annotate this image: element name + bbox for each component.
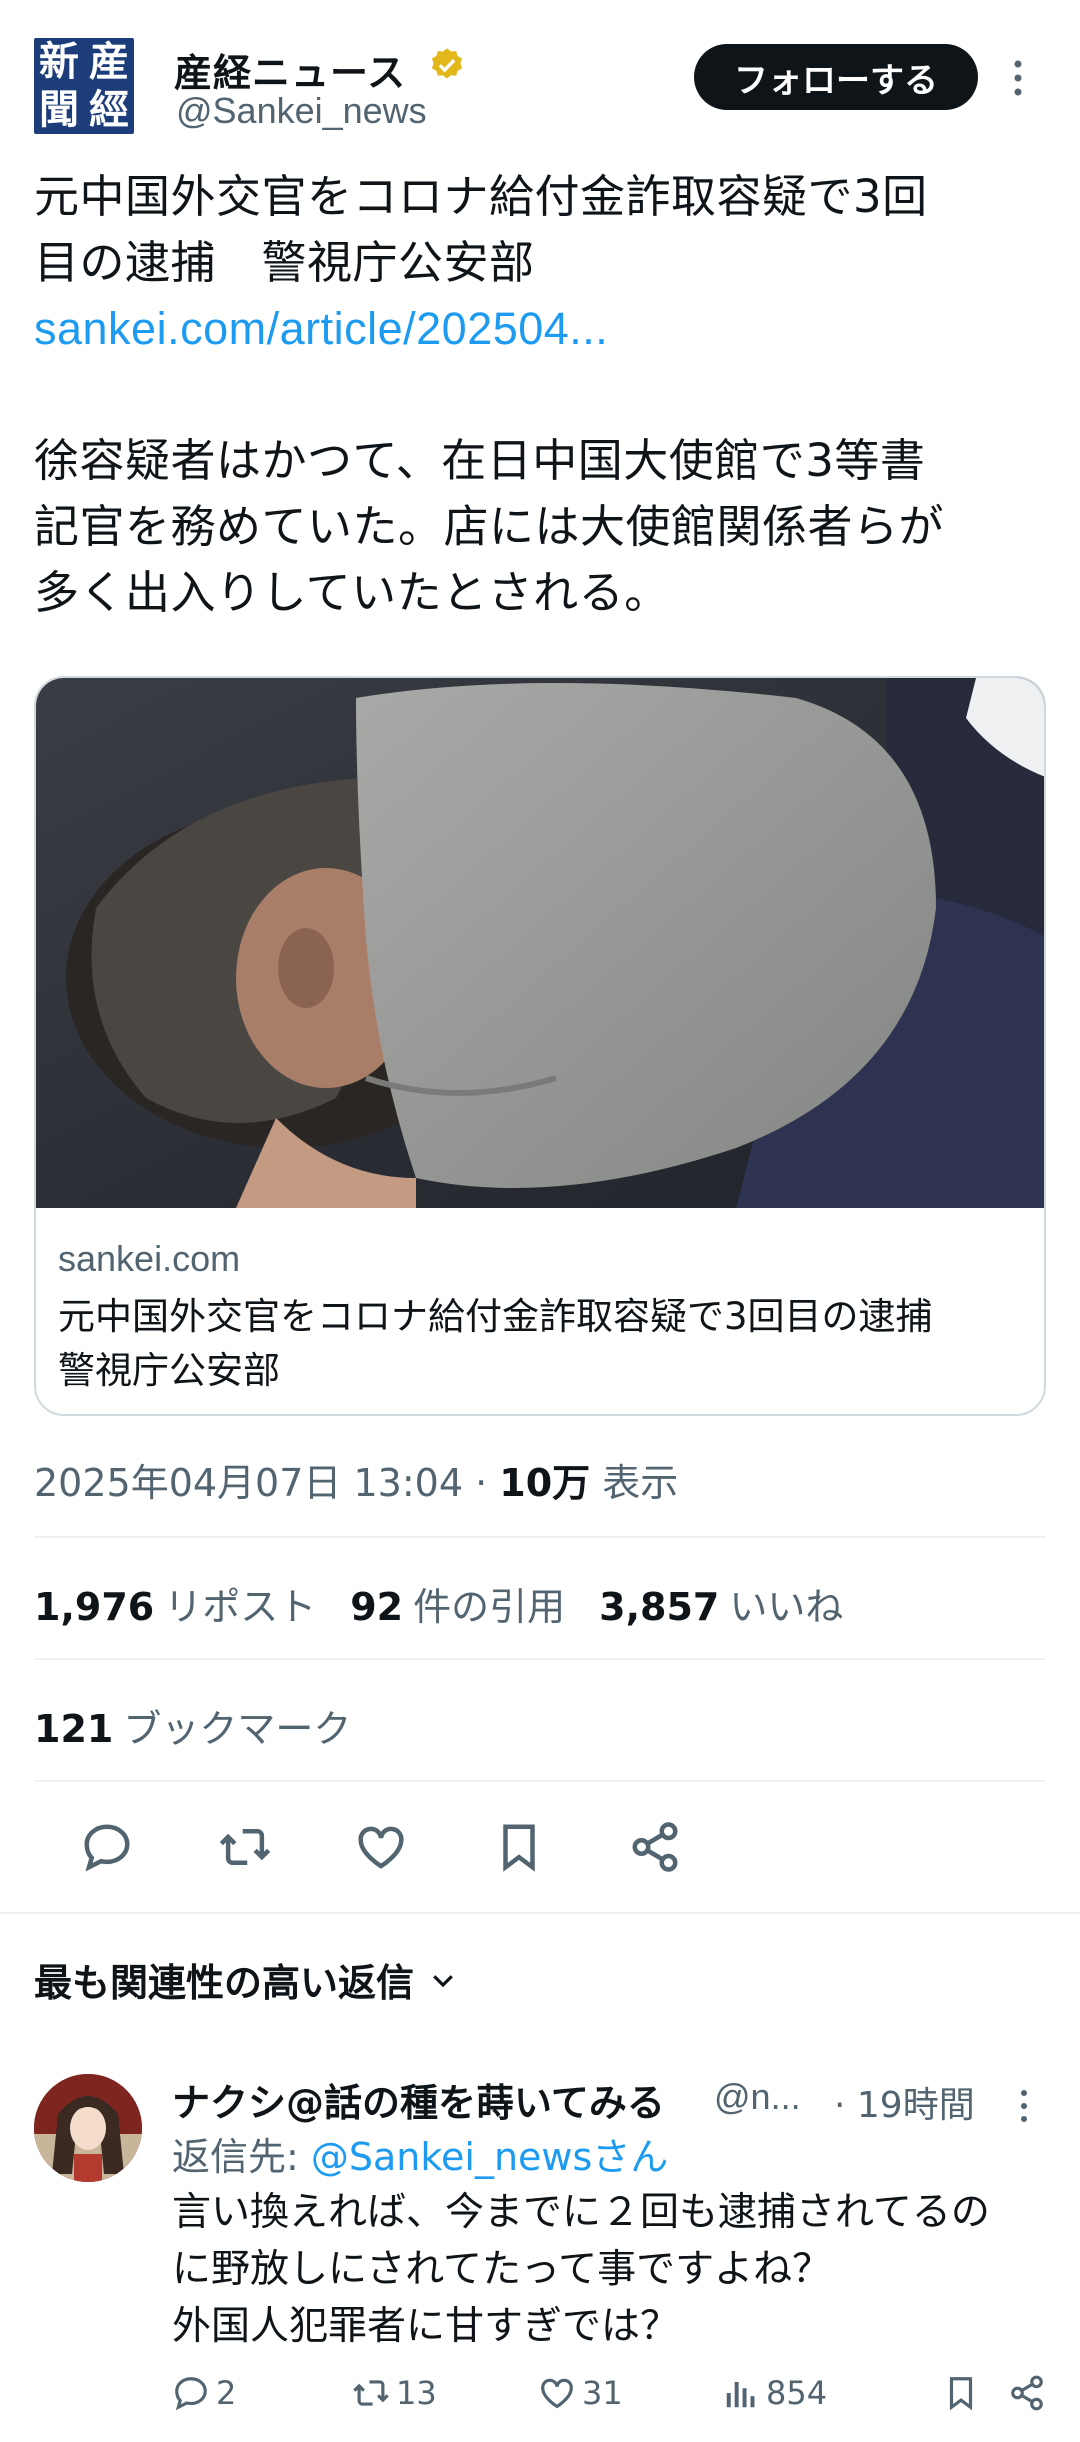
reply-share-button[interactable] [1008,2374,1046,2412]
heart-icon[interactable] [354,1820,408,1874]
article-photo [36,678,1044,1208]
logo-char: 新 [39,38,79,85]
tweet-line: 目の逮捕 警視庁公安部 [34,236,535,289]
bookmark-icon[interactable] [492,1820,546,1874]
reply-avatar[interactable] [34,2074,142,2182]
chevron-down-icon [433,1974,453,1987]
reply-to: 返信先: @Sankei_newsさん [172,2135,669,2179]
reply-bookmark-button[interactable] [942,2374,980,2412]
account-name[interactable]: 産経ニュース [174,42,406,97]
divider [34,1658,1046,1660]
divider [34,1536,1046,1538]
tweet-line: 記官を務めていた。店には大使館関係者らが [34,500,945,553]
card-domain: sankei.com [58,1238,241,1279]
likes-stat[interactable]: 3,857 いいね [599,1576,843,1631]
retweet-icon[interactable] [218,1820,272,1874]
reply-author-name[interactable]: ナクシ@話の種を蒔いてみる [172,2072,665,2127]
bookmarks-stat: 121 ブックマーク [34,1707,352,1751]
reposts-stat[interactable]: 1,976 リポスト [34,1576,316,1631]
tweet-header: 新 産 聞 經 産経ニュース @Sankei_news フォローする [34,38,1046,138]
logo-char: 經 [89,86,129,133]
reply-views-button[interactable]: 854 [722,2374,827,2412]
reply-icon [175,2377,207,2411]
card-title: 元中国外交官をコロナ給付金詐取容疑で3回目の逮捕 警視庁公安部 [58,1290,1038,1398]
meta-separator: · [463,1461,500,1505]
reply-tweet[interactable]: ナクシ@話の種を蒔いてみる @n... · 19時間 返信先: @Sankei_… [34,2068,1046,2442]
reply-author-handle[interactable]: @n... [714,2076,801,2118]
reply-to-link[interactable]: @Sankei_newsさん [311,2135,668,2179]
timestamp[interactable]: 2025年04月07日 13:04 [34,1461,463,1505]
tweet-line: 元中国外交官をコロナ給付金詐取容疑で3回 [34,170,928,223]
views-label: 表示 [602,1461,679,1505]
heart-icon [541,2378,573,2409]
engagement-stats: 1,976 リポスト 92 件の引用 3,857 いいね [34,1576,843,1631]
reply-action-bar: 2 13 31 854 [172,2374,1046,2422]
link-card[interactable]: sankei.com 元中国外交官をコロナ給付金詐取容疑で3回目の逮捕 警視庁公… [34,676,1046,1416]
reply-text: 言い換えれば、今までに２回も逮捕されてるの に野放しにされてたって事ですよね？ … [172,2190,990,2349]
reply-icon[interactable] [80,1820,134,1874]
retweet-icon [353,2380,389,2406]
more-options-icon[interactable] [1006,58,1030,98]
share-icon [1011,2375,1043,2411]
views-chart-icon [726,2381,755,2408]
quotes-stat[interactable]: 92 件の引用 [350,1576,565,1631]
article-link[interactable]: sankei.com/article/202504... [34,296,1034,362]
action-bar [34,1806,1046,1886]
bookmark-icon [949,2377,973,2411]
divider [34,1780,1046,1782]
replies-sort-label: 最も関連性の高い返信 [34,1961,415,2005]
share-icon[interactable] [628,1820,682,1874]
follow-button[interactable]: フォローする [694,44,978,110]
logo-char: 産 [89,38,129,85]
reply-like-button[interactable]: 31 [538,2374,623,2412]
account-handle[interactable]: @Sankei_news [176,90,427,132]
card-title-line: 元中国外交官をコロナ給付金詐取容疑で3回目の逮捕 [58,1295,933,1338]
views-count: 10万 [499,1461,591,1505]
card-title-line: 警視庁公安部 [58,1349,280,1392]
verified-badge-icon [431,48,463,79]
tweet-line: 徐容疑者はかつて、在日中国大使館で3等書 [34,434,926,487]
tweet-meta: 2025年04月07日 13:04 · 10万 表示 [34,1452,678,1507]
logo-char: 聞 [39,86,79,133]
section-divider [0,1912,1080,1914]
reply-retweet-button[interactable]: 13 [352,2374,437,2412]
reply-reply-button[interactable]: 2 [172,2374,236,2412]
more-options-icon[interactable] [1014,2088,1034,2124]
reply-time[interactable]: · 19時間 [834,2076,975,2128]
tweet-body: 元中国外交官をコロナ給付金詐取容疑で3回 目の逮捕 警視庁公安部 sankei.… [34,164,1034,626]
replies-sort-dropdown[interactable]: 最も関連性の高い返信 [34,1952,458,2007]
tweet-line: 多く出入りしていたとされる。 [34,566,670,619]
account-avatar[interactable]: 新 産 聞 經 [34,38,134,134]
